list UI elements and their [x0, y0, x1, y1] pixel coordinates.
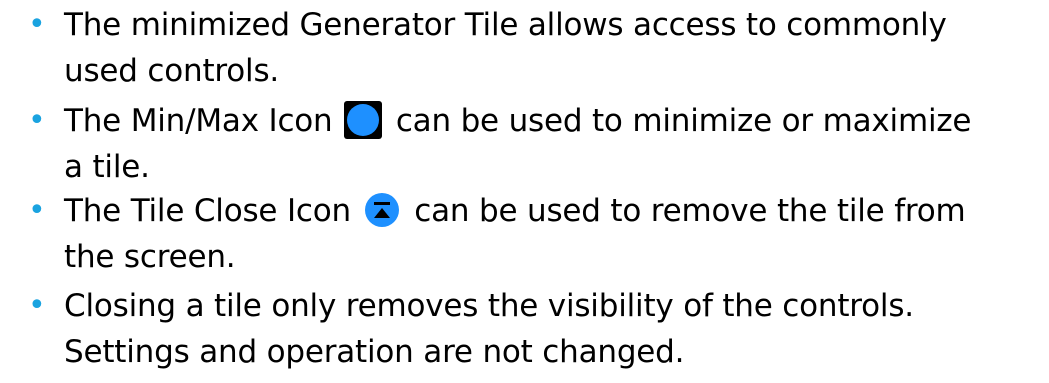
bullet-line: used controls.: [64, 53, 280, 89]
tile-close-icon: [363, 191, 401, 229]
bullet-line: The Tile Close Icon can be used to remov…: [64, 188, 1034, 234]
bullet-text-segment: The Tile Close Icon: [64, 193, 351, 229]
min-max-icon: [344, 101, 383, 139]
bullet-line: Settings and operation are not changed.: [64, 334, 685, 370]
bullet-text-segment: can be used to minimize or maximize: [395, 103, 972, 139]
bullet-marker: •: [28, 288, 46, 323]
bullet-text: The Tile Close Icon can be used to remov…: [64, 188, 1034, 280]
bullet-marker: •: [28, 7, 46, 42]
bullet-marker: •: [28, 103, 46, 138]
bullet-marker: •: [28, 193, 46, 228]
bullet-line: a tile.: [64, 149, 150, 185]
bullet-text: The Min/Max Icon can be used to minimize…: [64, 98, 1034, 190]
bullet-text: Closing a tile only removes the visibili…: [64, 283, 1034, 375]
bullet-line: Closing a tile only removes the visibili…: [64, 288, 914, 324]
bullet-text: The minimized Generator Tile allows acce…: [64, 2, 1034, 94]
bullet-text-segment: The Min/Max Icon: [64, 103, 333, 139]
bullet-line: The Min/Max Icon can be used to minimize…: [64, 98, 1034, 144]
bullet-text-segment: can be used to remove the tile from: [414, 193, 966, 229]
bullet-line: the screen.: [64, 239, 236, 275]
bullet-line: The minimized Generator Tile allows acce…: [64, 7, 947, 43]
